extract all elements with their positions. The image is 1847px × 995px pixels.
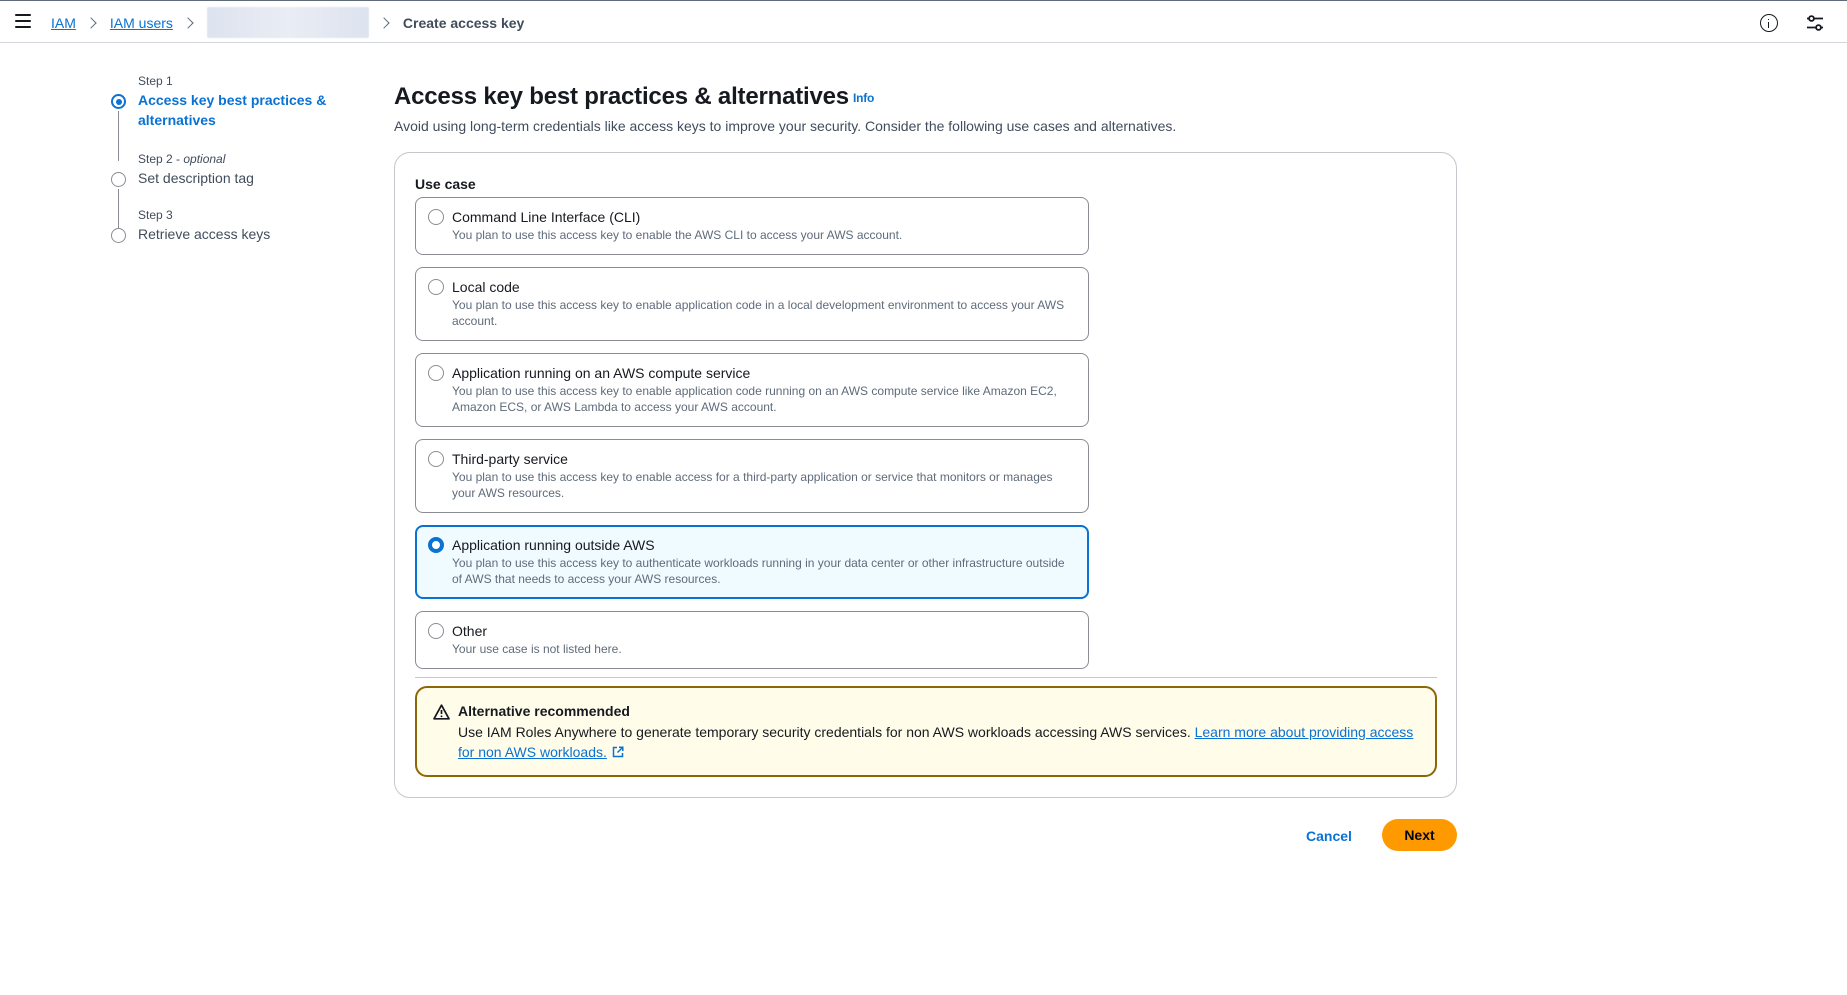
wizard-steps: Step 1 Access key best practices & alter… [108, 74, 368, 244]
option-description: Your use case is not listed here. [452, 642, 622, 656]
step-3-indicator-icon [111, 228, 126, 243]
info-link[interactable]: Info [853, 91, 874, 105]
option-cli[interactable]: Command Line Interface (CLI) You plan to… [415, 197, 1089, 255]
step-1-title[interactable]: Access key best practices & alternatives [138, 90, 338, 130]
next-button[interactable]: Next [1382, 819, 1457, 851]
radio-button[interactable] [428, 365, 444, 381]
breadcrumb-current: Create access key [402, 15, 525, 31]
cancel-button[interactable]: Cancel [1296, 820, 1362, 852]
page-title-text: Access key best practices & alternatives [394, 83, 849, 110]
option-title: Command Line Interface (CLI) [452, 209, 641, 225]
radio-button[interactable] [428, 451, 444, 467]
chevron-right-icon [182, 17, 194, 29]
alert-body-text: Use IAM Roles Anywhere to generate tempo… [458, 724, 1195, 740]
radio-button-selected[interactable] [428, 537, 444, 553]
option-description: You plan to use this access key to authe… [452, 556, 1065, 586]
option-description: You plan to use this access key to enabl… [452, 384, 1057, 414]
step-2-meta: Step 2 - optional [138, 152, 368, 168]
option-third-party[interactable]: Third-party service You plan to use this… [415, 439, 1089, 513]
alternative-alert: Alternative recommended Use IAM Roles An… [415, 686, 1437, 777]
menu-icon[interactable] [15, 14, 31, 28]
alert-title: Alternative recommended [458, 703, 630, 719]
alert-body: Use IAM Roles Anywhere to generate tempo… [458, 722, 1418, 762]
radio-button[interactable] [428, 623, 444, 639]
top-navigation-bar: IAM IAM users Create access key [0, 0, 1847, 43]
warning-icon [433, 704, 450, 720]
option-aws-compute[interactable]: Application running on an AWS compute se… [415, 353, 1089, 427]
chevron-right-icon [85, 17, 97, 29]
step-3-title: Retrieve access keys [138, 226, 271, 242]
option-description: You plan to use this access key to enabl… [452, 298, 1065, 328]
radio-button[interactable] [428, 279, 444, 295]
breadcrumb-iam[interactable]: IAM [51, 15, 76, 31]
option-title: Application running on an AWS compute se… [452, 365, 751, 381]
step-2: Step 2 - optional Set description tag [108, 152, 368, 228]
radio-button[interactable] [428, 209, 444, 225]
chevron-right-icon [378, 17, 390, 29]
step-3: Step 3 Retrieve access keys [108, 208, 368, 244]
page-title: Access key best practices & alternatives… [394, 83, 874, 111]
option-other[interactable]: Other Your use case is not listed here. [415, 611, 1089, 669]
step-2-indicator-icon [111, 172, 126, 187]
option-description: You plan to use this access key to enabl… [452, 470, 1053, 500]
step-2-title: Set description tag [138, 170, 254, 186]
step-1: Step 1 Access key best practices & alter… [108, 74, 368, 161]
info-icon[interactable] [1760, 14, 1778, 32]
step-2-optional: optional [183, 152, 226, 166]
breadcrumb-iam-users[interactable]: IAM users [110, 15, 173, 31]
step-1-meta: Step 1 [138, 74, 173, 88]
breadcrumb: IAM IAM users Create access key [51, 6, 525, 38]
page-description: Avoid using long-term credentials like a… [394, 118, 1177, 134]
option-title: Local code [452, 279, 520, 295]
option-local-code[interactable]: Local code You plan to use this access k… [415, 267, 1089, 341]
use-case-label: Use case [415, 176, 476, 192]
option-description: You plan to use this access key to enabl… [452, 228, 903, 242]
external-link-icon[interactable] [612, 746, 624, 758]
use-case-container: Use case Command Line Interface (CLI) Yo… [394, 152, 1457, 798]
option-title: Other [452, 623, 488, 639]
divider [415, 677, 1437, 678]
option-title: Third-party service [452, 451, 568, 467]
step-3-meta: Step 3 [138, 208, 173, 222]
step-1-indicator-icon [111, 94, 126, 109]
option-title: Application running outside AWS [452, 537, 655, 553]
step-2-meta-label: Step 2 - [138, 152, 184, 166]
option-outside-aws[interactable]: Application running outside AWS You plan… [415, 525, 1089, 599]
settings-sliders-icon[interactable] [1806, 14, 1824, 32]
breadcrumb-user-redacted[interactable] [206, 6, 369, 38]
